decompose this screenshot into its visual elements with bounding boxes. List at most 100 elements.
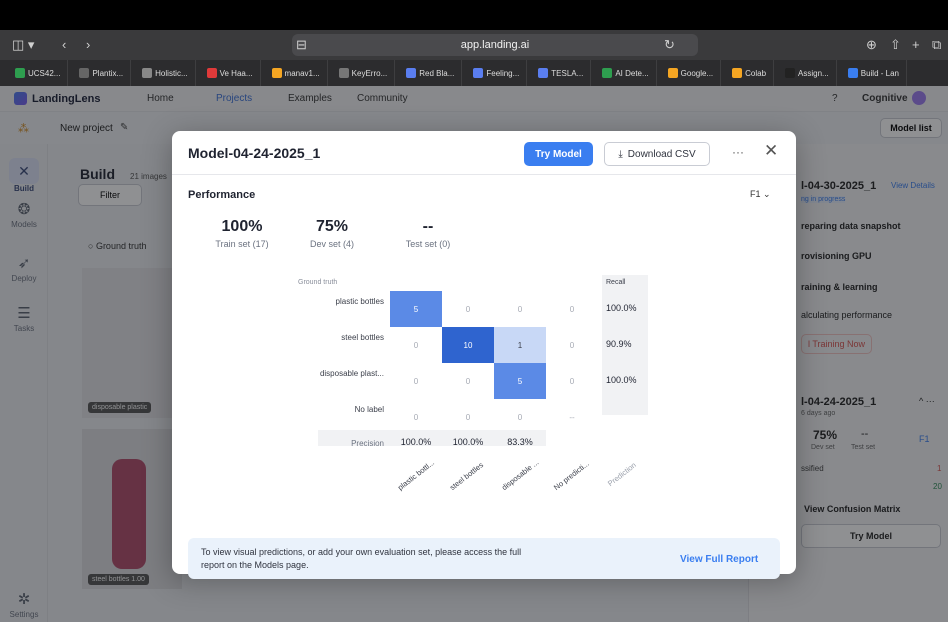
bookmark-item[interactable]: KeyErro... (332, 60, 396, 86)
bookmark-label: UCS42... (28, 68, 61, 78)
modal-header: Model-04-24-2025_1 Try Model ⤓ Download C… (172, 131, 796, 175)
bookmark-label: Feeling... (486, 68, 520, 78)
matrix-cell: -- (569, 412, 575, 422)
stat-value: 75% (315, 218, 349, 235)
bookmark-item[interactable]: TESLA... (531, 60, 592, 86)
bookmark-label: AI Dete... (615, 68, 649, 78)
precision-label: Precision (351, 439, 384, 448)
stat-dev: 75% Dev set (4) (290, 218, 374, 249)
bookmark-icon (15, 68, 25, 78)
reload-icon[interactable]: ↻ (664, 37, 675, 53)
stat-value: -- (422, 218, 434, 235)
matrix-cell: 5 (390, 291, 442, 327)
bookmark-label: Red Bla... (419, 68, 455, 78)
browser-toolbar: ◫ ▾ ‹ › app.landing.ai ⊟ ↻ ⊕ ⇧ + ⧉ (0, 30, 948, 60)
matrix-cell: 0 (413, 376, 419, 386)
matrix-cell: 0 (569, 376, 575, 386)
try-model-button[interactable]: Try Model (524, 142, 593, 166)
bookmark-icon (667, 68, 678, 78)
matrix-cell: 0 (465, 412, 471, 422)
bookmark-label: Build - Lan (860, 68, 899, 78)
bookmark-item[interactable]: Colab (725, 60, 775, 86)
url-bar[interactable]: app.landing.ai (292, 34, 698, 56)
bookmark-icon (338, 68, 349, 78)
bookmark-item[interactable]: Holistic... (135, 60, 196, 86)
recall-value: 100.0% (606, 375, 637, 385)
view-full-report-link[interactable]: View Full Report (680, 554, 758, 565)
bookmark-icon (847, 68, 858, 78)
tab-overview-icon[interactable]: ⊟ (296, 37, 307, 53)
bookmark-item[interactable]: Build - Lan (841, 60, 907, 86)
sidebar-toggle-icon[interactable]: ◫ ▾ (12, 37, 34, 53)
bookmark-icon (538, 68, 549, 78)
row-header: Ground truth (298, 279, 338, 286)
stat-train: 100% Train set (17) (200, 218, 284, 249)
col-label: plastic bottl... (396, 458, 437, 493)
col-label: disposable ... (500, 457, 541, 493)
bookmark-icon (142, 68, 153, 78)
matrix-cell: 0 (413, 340, 419, 350)
bookmark-icon (79, 68, 90, 78)
forward-icon[interactable]: › (86, 37, 90, 52)
bookmark-label: Plantix... (92, 68, 124, 78)
metric-select[interactable]: F1 ⌄ (750, 189, 771, 200)
bookmark-icon (785, 68, 796, 78)
col-label: No predicti... (552, 459, 591, 493)
matrix-cell: 10 (442, 327, 494, 363)
matrix-cell: 5 (494, 363, 546, 399)
bookmark-item[interactable]: UCS42... (8, 60, 69, 86)
stat-value: 100% (221, 218, 263, 235)
back-icon[interactable]: ‹ (62, 37, 66, 52)
download-csv-button[interactable]: ⤓ Download CSV (604, 142, 710, 166)
row-label: No label (354, 405, 384, 414)
bookmark-item[interactable]: AI Dete... (595, 60, 657, 86)
matrix-cell: 0 (569, 340, 575, 350)
more-icon[interactable]: ··· (732, 145, 744, 159)
matrix-cell: 1 (494, 327, 546, 363)
footer-text: To view visual predictions, or add your … (201, 547, 522, 570)
download-icon: ⤓ (618, 148, 623, 160)
matrix-cell: 0 (569, 304, 575, 314)
col-header: Prediction (606, 460, 638, 489)
matrix-cell: 0 (517, 412, 523, 422)
row-label: disposable plast... (319, 369, 384, 378)
precision-value: 100.0% (400, 437, 432, 447)
performance-title: Performance (188, 189, 256, 201)
bookmark-item[interactable]: Red Bla... (399, 60, 463, 86)
precision-value: 100.0% (452, 437, 484, 447)
url-text: app.landing.ai (460, 39, 530, 51)
matrix-cell: 0 (413, 412, 419, 422)
bookmark-item[interactable]: manav1... (265, 60, 328, 86)
close-icon[interactable]: ✕ (764, 141, 778, 161)
modal-title: Model-04-24-2025_1 (188, 145, 321, 161)
matrix-cell: 0 (465, 304, 471, 314)
download-icon[interactable]: ⊕ (866, 37, 877, 53)
bookmark-icon (406, 68, 417, 78)
row-label: steel bottles (341, 333, 384, 342)
bookmarks-bar: UCS42... Plantix... Holistic... Ve Haa... ma… (0, 60, 948, 86)
stat-test: -- Test set (0) (386, 218, 470, 249)
tabs-icon[interactable]: ⧉ (932, 37, 941, 53)
info-footer: To view visual predictions, or add your … (188, 538, 780, 579)
bookmark-item[interactable]: Ve Haa... (200, 60, 261, 86)
share-icon[interactable]: ⇧ (890, 37, 901, 53)
matrix-cell: 0 (465, 376, 471, 386)
bookmark-icon (206, 68, 217, 78)
bookmark-label: Ve Haa... (219, 68, 253, 78)
bookmark-label: Assign... (798, 68, 829, 78)
precision-value: 83.3% (507, 437, 533, 447)
bookmark-item[interactable]: Feeling... (466, 60, 528, 86)
bookmark-icon (271, 68, 282, 78)
stat-label: Test set (0) (405, 239, 451, 249)
new-tab-icon[interactable]: + (912, 37, 920, 52)
recall-value: 90.9% (606, 339, 632, 349)
bookmark-label: TESLA... (551, 68, 584, 78)
bookmark-item[interactable]: Google... (661, 60, 722, 86)
bookmark-icon (732, 68, 743, 78)
bookmark-item[interactable]: Plantix... (72, 60, 132, 86)
recall-value: 100.0% (606, 303, 637, 313)
metric-value: F1 (750, 189, 761, 199)
bookmark-item[interactable]: Assign... (778, 60, 837, 86)
download-label: Download CSV (627, 148, 696, 160)
stat-label: Train set (17) (215, 239, 269, 249)
